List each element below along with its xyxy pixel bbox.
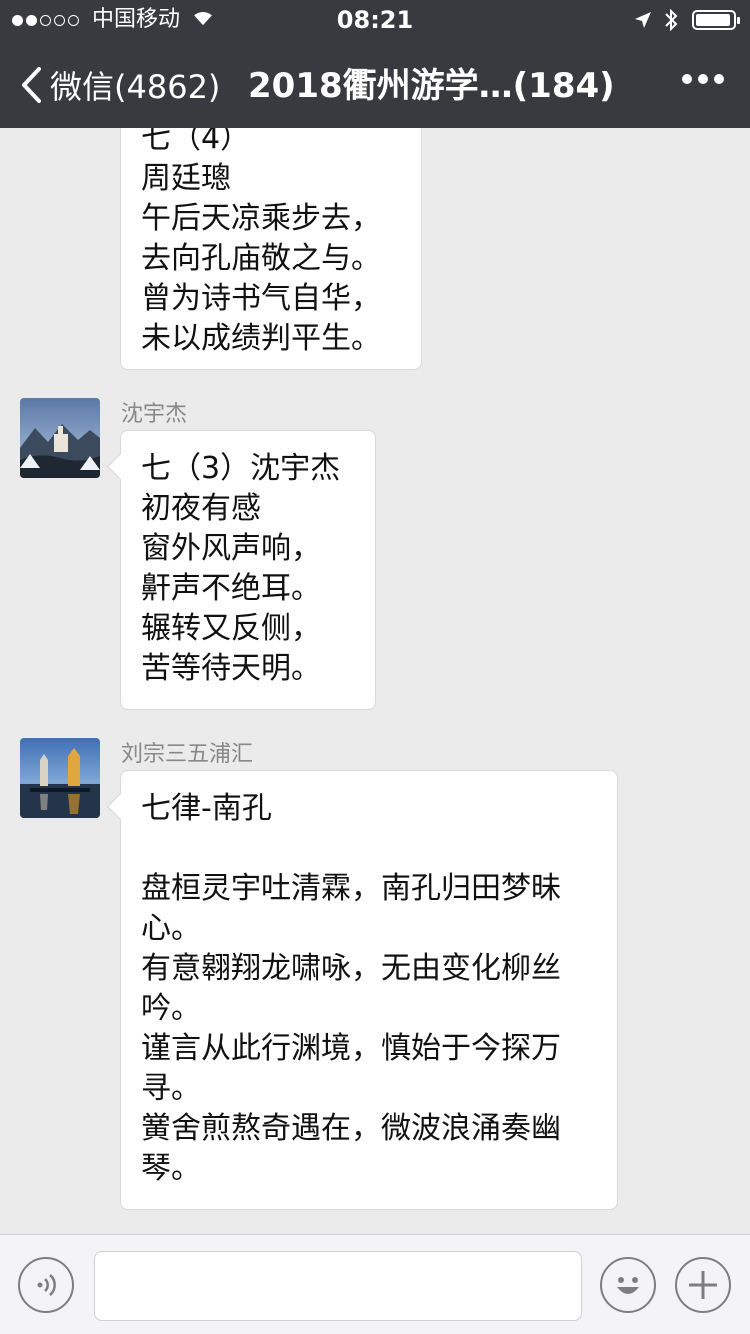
message-line: 曾为诗书气自华， <box>141 281 381 316</box>
message-line: 初夜有感 <box>141 491 261 526</box>
message-line: 盘桓灵宇吐清霖，南孔归田梦昧 <box>141 871 561 906</box>
back-button[interactable]: 微信(4862) <box>20 62 220 108</box>
message-line: 苦等待天明。 <box>141 651 321 686</box>
message-line: 七律-南孔 <box>141 791 272 826</box>
plus-icon <box>689 1271 717 1299</box>
message-bubble[interactable]: 七律-南孔 盘桓灵宇吐清霖，南孔归田梦昧 心。 有意翱翔龙啸咏，无由变化柳丝 吟… <box>120 770 618 1210</box>
more-options-button[interactable] <box>676 74 724 84</box>
nav-bar: 微信(4862) 2018衢州游学…(184) <box>0 40 750 128</box>
status-bar: 中国移动 08:21 <box>0 0 750 40</box>
message-line: 去向孔庙敬之与。 <box>141 241 381 276</box>
more-dot-icon <box>698 74 708 84</box>
location-arrow-icon <box>635 12 651 28</box>
message-line: 鼾声不绝耳。 <box>141 571 321 606</box>
chat-area[interactable]: 七（4） 周廷璁 午后天凉乘步去， 去向孔庙敬之与。 曾为诗书气自华， 未以成绩… <box>0 128 750 1234</box>
battery-icon <box>692 10 740 30</box>
message-line: 谨言从此行渊境，慎始于今探万 <box>141 1031 561 1066</box>
chevron-left-icon <box>22 67 41 103</box>
more-functions-button[interactable] <box>675 1257 731 1313</box>
message-line: 琴。 <box>141 1151 201 1186</box>
emoji-button[interactable] <box>600 1257 656 1313</box>
message-line: 窗外风声响， <box>141 531 321 566</box>
bluetooth-icon <box>665 8 678 32</box>
message-line: 辗转又反侧， <box>141 611 321 646</box>
message-line: 午后天凉乘步去， <box>141 201 381 236</box>
more-dot-icon <box>714 74 724 84</box>
smiley-icon <box>617 1277 639 1294</box>
message-line: 寻。 <box>141 1071 201 1106</box>
back-label: 微信(4862) <box>50 68 221 106</box>
voice-input-button[interactable] <box>18 1257 74 1313</box>
top-bar: 中国移动 08:21 微信(4862) 2018衢州游学…(184) <box>0 0 750 128</box>
message-line: 周廷璁 <box>141 161 231 196</box>
avatar[interactable] <box>20 398 100 478</box>
avatar[interactable] <box>20 738 100 818</box>
message-line: 未以成绩判平生。 <box>141 321 381 356</box>
message-line: 黉舍煎熬奇遇在，微波浪涌奏幽 <box>141 1111 561 1146</box>
message-line: 七（4） <box>141 128 251 156</box>
sender-name: 沈宇杰 <box>121 402 188 427</box>
message-line: 有意翱翔龙啸咏，无由变化柳丝 <box>141 951 561 986</box>
more-dot-icon <box>682 74 692 84</box>
message-line: 七（3）沈宇杰 <box>141 451 341 486</box>
voice-icon <box>37 1274 56 1296</box>
message-line <box>141 829 597 869</box>
avatar-castle-image <box>20 398 100 478</box>
avatar-pagoda-image <box>20 738 100 818</box>
chat-title: 2018衢州游学…(184) <box>248 66 615 106</box>
input-bar <box>0 1234 750 1334</box>
message-line: 吟。 <box>141 991 201 1026</box>
message-input[interactable] <box>94 1251 582 1321</box>
message-line: 心。 <box>141 911 201 946</box>
sender-name: 刘宗三五浦汇 <box>121 742 254 767</box>
message-bubble[interactable]: 七（3）沈宇杰 初夜有感 窗外风声响， 鼾声不绝耳。 辗转又反侧， 苦等待天明。 <box>120 430 376 710</box>
message-bubble[interactable]: 七（4） 周廷璁 午后天凉乘步去， 去向孔庙敬之与。 曾为诗书气自华， 未以成绩… <box>120 128 422 370</box>
